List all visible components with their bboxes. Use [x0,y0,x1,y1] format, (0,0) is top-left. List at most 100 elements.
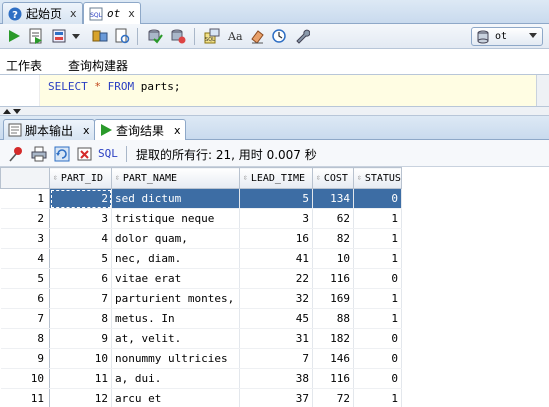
autotrace-button[interactable] [50,27,68,45]
cell-cost[interactable]: 134 [312,188,354,209]
row-number[interactable]: 1 [0,188,50,209]
cell-part-name[interactable]: metus. In [111,308,240,329]
row-number[interactable]: 11 [0,388,50,407]
cell-part-id[interactable]: 7 [49,288,112,309]
table-row[interactable]: 10 11 a, dui. 38 116 0 [0,368,402,389]
row-number[interactable]: 6 [0,288,50,309]
cell-cost[interactable]: 62 [312,208,354,229]
cell-lead-time[interactable]: 45 [239,308,313,329]
show-sql-link[interactable]: SQL [98,147,118,160]
explain-plan-button[interactable] [91,27,109,45]
table-row[interactable]: 11 12 arcu et 37 72 1 [0,388,402,407]
tab-start-page[interactable]: ? 起始页 x [2,2,83,24]
row-number[interactable]: 9 [0,348,50,369]
cell-cost[interactable]: 72 [312,388,354,407]
table-row[interactable]: 5 6 vitae erat 22 116 0 [0,268,402,289]
cell-part-name[interactable]: at, velit. [111,328,240,349]
cell-part-id[interactable]: 5 [49,248,112,269]
cell-part-id[interactable]: 2 [49,188,112,209]
table-row[interactable]: 8 9 at, velit. 31 182 0 [0,328,402,349]
cell-part-name[interactable]: vitae erat [111,268,240,289]
tab-worksheet[interactable]: 工作表 [6,57,42,74]
cell-cost[interactable]: 182 [312,328,354,349]
sql-history-button[interactable] [270,27,288,45]
cell-part-name[interactable]: nec, diam. [111,248,240,269]
freeze-view-button[interactable] [7,145,24,162]
cell-lead-time[interactable]: 31 [239,328,313,349]
cell-status[interactable]: 1 [353,208,402,229]
cell-status[interactable]: 1 [353,228,402,249]
cell-lead-time[interactable]: 32 [239,288,313,309]
collapse-down-icon[interactable] [13,109,21,114]
column-header-lead-time[interactable]: ⇳ LEAD_TIME [239,167,313,189]
tab-ot-close[interactable]: x [128,7,135,20]
editor-scrollbar[interactable] [536,75,549,106]
cell-part-name[interactable]: sed dictum [111,188,240,209]
autotrace-dropdown[interactable] [70,27,82,45]
table-row[interactable]: 6 7 parturient montes, 32 169 1 [0,288,402,309]
row-number[interactable]: 3 [0,228,50,249]
cancel-query-button[interactable] [76,145,93,162]
row-number[interactable]: 4 [0,248,50,269]
cell-status[interactable]: 0 [353,268,402,289]
cell-lead-time[interactable]: 22 [239,268,313,289]
cell-lead-time[interactable]: 16 [239,228,313,249]
run-statement-button[interactable] [5,27,23,45]
cell-part-id[interactable]: 6 [49,268,112,289]
cell-part-id[interactable]: 12 [49,388,112,407]
cell-status[interactable]: 0 [353,328,402,349]
tab-ot[interactable]: SQL ot x [83,2,141,24]
connection-select[interactable]: ot [471,27,543,46]
refresh-button[interactable] [53,145,70,162]
tab-query-result-close[interactable]: x [174,124,181,137]
row-number[interactable]: 2 [0,208,50,229]
cell-lead-time[interactable]: 38 [239,368,313,389]
sql-tuning-button[interactable] [113,27,131,45]
cell-status[interactable]: 1 [353,388,402,407]
tools-button[interactable] [293,27,311,45]
sql-editor[interactable]: SELECT * FROM parts; [0,75,549,106]
cell-cost[interactable]: 116 [312,268,354,289]
cell-part-name[interactable]: arcu et [111,388,240,407]
row-number[interactable]: 7 [0,308,50,329]
tab-script-output[interactable]: 脚本输出 x [3,119,95,140]
column-header-part-id[interactable]: ⇳ PART_ID [49,167,112,189]
cell-cost[interactable]: 88 [312,308,354,329]
cell-cost[interactable]: 10 [312,248,354,269]
cell-part-name[interactable]: tristique neque [111,208,240,229]
cell-part-id[interactable]: 3 [49,208,112,229]
cell-part-id[interactable]: 4 [49,228,112,249]
column-header-status[interactable]: ⇳ STATUS [353,167,402,189]
panel-splitter[interactable] [0,106,549,116]
cell-status[interactable]: 1 [353,288,402,309]
cell-part-id[interactable]: 11 [49,368,112,389]
cell-cost[interactable]: 116 [312,368,354,389]
sql-line[interactable]: SELECT * FROM parts; [40,75,536,106]
cell-cost[interactable]: 169 [312,288,354,309]
cell-lead-time[interactable]: 41 [239,248,313,269]
cell-status[interactable]: 0 [353,348,402,369]
row-number[interactable]: 5 [0,268,50,289]
cell-part-id[interactable]: 9 [49,328,112,349]
column-header-part-name[interactable]: ⇳ PART_NAME [111,167,240,189]
tab-start-page-close[interactable]: x [70,7,77,20]
row-number[interactable]: 8 [0,328,50,349]
table-row[interactable]: 7 8 metus. In 45 88 1 [0,308,402,329]
table-row[interactable]: 2 3 tristique neque 3 62 1 [0,208,402,229]
cell-part-name[interactable]: dolor quam, [111,228,240,249]
unshared-sql-button[interactable]: SQL [203,27,221,45]
cell-part-name[interactable]: parturient montes, [111,288,240,309]
table-row[interactable]: 4 5 nec, diam. 41 10 1 [0,248,402,269]
tab-query-builder[interactable]: 查询构建器 [68,57,128,74]
collapse-up-icon[interactable] [3,109,11,114]
cell-part-name[interactable]: nonummy ultricies [111,348,240,369]
cell-status[interactable]: 1 [353,248,402,269]
to-upper-lower-button[interactable]: Aa [226,27,244,45]
print-button[interactable] [30,145,47,162]
cell-lead-time[interactable]: 5 [239,188,313,209]
cell-cost[interactable]: 82 [312,228,354,249]
tab-script-output-close[interactable]: x [83,124,90,137]
tab-query-result[interactable]: 查询结果 x [94,119,186,140]
cell-part-id[interactable]: 10 [49,348,112,369]
row-number[interactable]: 10 [0,368,50,389]
